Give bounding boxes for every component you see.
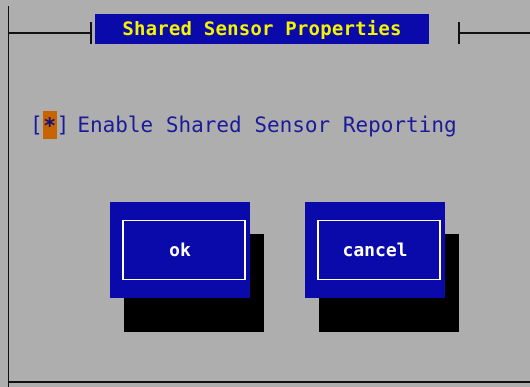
- checkbox-right-bracket: ]: [56, 113, 70, 137]
- checkbox-check-mark[interactable]: *: [42, 111, 57, 139]
- checkbox-label: Enable Shared Sensor Reporting: [77, 113, 457, 137]
- frame-left-border: [8, 6, 9, 387]
- cancel-button-label: cancel: [342, 239, 408, 261]
- shared-sensor-checkbox-row[interactable]: [ * ] Enable Shared Sensor Reporting: [30, 110, 457, 140]
- ok-button-group: ok: [110, 202, 264, 332]
- dialog-title: Shared Sensor Properties: [95, 14, 429, 44]
- ok-button-label: ok: [169, 239, 191, 261]
- frame-top-border-right: [458, 32, 530, 34]
- cancel-button-group: cancel: [305, 202, 459, 332]
- ok-button[interactable]: ok: [110, 202, 250, 298]
- frame-top-border-left: [8, 32, 90, 34]
- cancel-button[interactable]: cancel: [305, 202, 445, 298]
- checkbox-left-bracket: [: [30, 113, 43, 137]
- frame-title-tick-left: [90, 22, 92, 44]
- frame-bottom-border: [8, 381, 530, 383]
